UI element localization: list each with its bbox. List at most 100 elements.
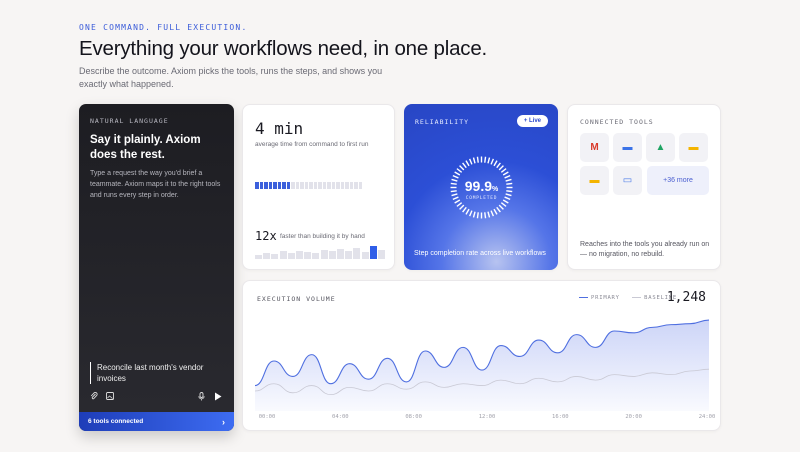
gauge-tick xyxy=(476,212,479,219)
microphone-icon[interactable] xyxy=(198,392,205,403)
speed-card: 4 min average time from command to first… xyxy=(242,104,395,270)
eyebrow: ONE COMMAND. FULL EXECUTION. xyxy=(79,23,248,32)
calendar-icon[interactable]: ▭ xyxy=(613,166,642,195)
progress-segment xyxy=(295,182,299,189)
docs-icon[interactable]: ▬ xyxy=(613,133,642,162)
speed-bar xyxy=(369,246,377,259)
progress-segment xyxy=(358,182,362,189)
x-tick-label: 20:00 xyxy=(625,414,642,420)
image-icon[interactable] xyxy=(106,392,114,402)
tools-footer: Reaches into the tools you already run o… xyxy=(580,241,710,258)
x-tick-label: 12:00 xyxy=(478,414,496,420)
gauge-tick xyxy=(487,211,491,218)
card-description: Type a request the way you'd brief a tea… xyxy=(90,170,221,199)
progress-segment xyxy=(322,182,326,189)
multiplier-value: 12x xyxy=(255,229,277,243)
gauge-tick xyxy=(465,208,470,215)
progress-segment xyxy=(300,182,304,189)
progress-segment xyxy=(340,182,344,189)
progress-segment xyxy=(313,182,317,189)
card-title: Say it plainly. Axiom does the rest. xyxy=(90,134,201,161)
legend-primary: PRIMARY xyxy=(591,295,620,301)
progress-segment xyxy=(273,182,277,189)
play-icon[interactable] xyxy=(214,392,222,403)
gauge-tick xyxy=(456,168,463,173)
gauge-tick xyxy=(468,210,473,217)
primary-area xyxy=(255,320,709,411)
gmail-icon[interactable]: M xyxy=(580,133,609,162)
volume-total: 1,248 xyxy=(666,290,706,305)
reliability-card: RELIABILITY + Live 99.9% COMPLETED Step … xyxy=(404,104,558,270)
prompt-toolbar xyxy=(79,392,234,406)
reliability-sublabel: COMPLETED xyxy=(465,196,498,201)
gauge-tick xyxy=(487,157,491,164)
speed-bar xyxy=(320,249,328,259)
legend-primary-swatch xyxy=(579,297,588,298)
prompt-input[interactable]: Reconcile last month's vendor invoices xyxy=(90,362,220,384)
gauge-tick xyxy=(454,171,461,176)
chevron-right-icon: › xyxy=(222,416,225,427)
reliability-number: 99.9 xyxy=(464,178,492,194)
speed-bar xyxy=(361,252,369,259)
live-badge[interactable]: + Live xyxy=(516,115,548,127)
more-tools-button[interactable]: +36 more xyxy=(647,166,709,195)
progress-segment xyxy=(268,182,272,189)
connected-tools-card: CONNECTED TOOLS M ▬ ▲ ▬ ▬ ▭ +36 more Reaches … xyxy=(567,104,721,270)
reliability-unit: % xyxy=(492,186,499,193)
gauge-tick xyxy=(500,168,507,173)
gauge-tick xyxy=(459,204,465,210)
execution-volume-card: EXECUTION VOLUME PRIMARY BASELINE 1,248 … xyxy=(242,280,721,431)
gauge-tick xyxy=(459,165,465,171)
sheets-icon[interactable]: ▬ xyxy=(580,166,609,195)
gauge-tick xyxy=(456,202,463,207)
multiplier-caption: faster than building it by hand xyxy=(280,233,365,240)
execution-volume-chart xyxy=(255,319,709,411)
gauge-tick xyxy=(484,156,487,163)
gauge-tick xyxy=(490,158,495,165)
speed-bar xyxy=(287,253,295,259)
progress-segment xyxy=(259,182,263,189)
x-axis: 00:00 04:00 08:00 12:00 16:00 20:00 24:00 xyxy=(257,414,716,424)
progress-bar xyxy=(255,182,362,189)
progress-segment xyxy=(309,182,313,189)
slides-icon[interactable]: ▬ xyxy=(679,133,708,162)
gauge-tick xyxy=(500,202,507,207)
x-tick-label: 08:00 xyxy=(405,414,422,420)
progress-segment xyxy=(255,182,259,189)
speed-bar xyxy=(255,254,262,259)
speed-bar xyxy=(304,252,312,259)
speed-bar xyxy=(353,247,361,259)
speed-bar xyxy=(263,252,271,259)
card-label: NATURAL LANGUAGE xyxy=(90,117,169,125)
gauge-tick xyxy=(490,210,495,217)
page-subtitle: Describe the outcome. Axiom picks the to… xyxy=(79,66,383,89)
card-label: CONNECTED TOOLS xyxy=(580,118,654,126)
speed-bar xyxy=(296,250,303,259)
gauge-tick xyxy=(472,211,476,218)
gauge-tick xyxy=(484,212,487,219)
drive-icon[interactable]: ▲ xyxy=(646,133,675,162)
gauge-tick xyxy=(493,160,498,167)
speed-caption: average time from command to first run xyxy=(255,141,369,148)
progress-segment xyxy=(286,182,290,189)
speed-bar xyxy=(345,250,353,259)
card-label: EXECUTION VOLUME xyxy=(257,295,336,303)
x-tick-label: 16:00 xyxy=(552,414,569,420)
progress-segment xyxy=(291,182,295,189)
reliability-footer: Step completion rate across live workflo… xyxy=(414,250,546,257)
progress-segment xyxy=(277,182,281,189)
progress-segment xyxy=(318,182,322,189)
progress-segment xyxy=(282,182,286,189)
speed-bar-chart xyxy=(255,245,385,259)
tools-connected-button[interactable]: 6 tools connected › xyxy=(79,412,234,431)
progress-segment xyxy=(336,182,340,189)
progress-segment xyxy=(327,182,331,189)
x-tick-label: 04:00 xyxy=(332,414,349,420)
tools-connected-label: 6 tools connected xyxy=(88,418,144,425)
x-tick-label: 00:00 xyxy=(258,414,276,420)
speed-bar xyxy=(328,251,336,259)
card-label: RELIABILITY xyxy=(415,118,470,126)
gauge-tick xyxy=(502,171,509,176)
paperclip-icon[interactable] xyxy=(90,392,98,403)
x-tick-label: 24:00 xyxy=(698,414,716,420)
